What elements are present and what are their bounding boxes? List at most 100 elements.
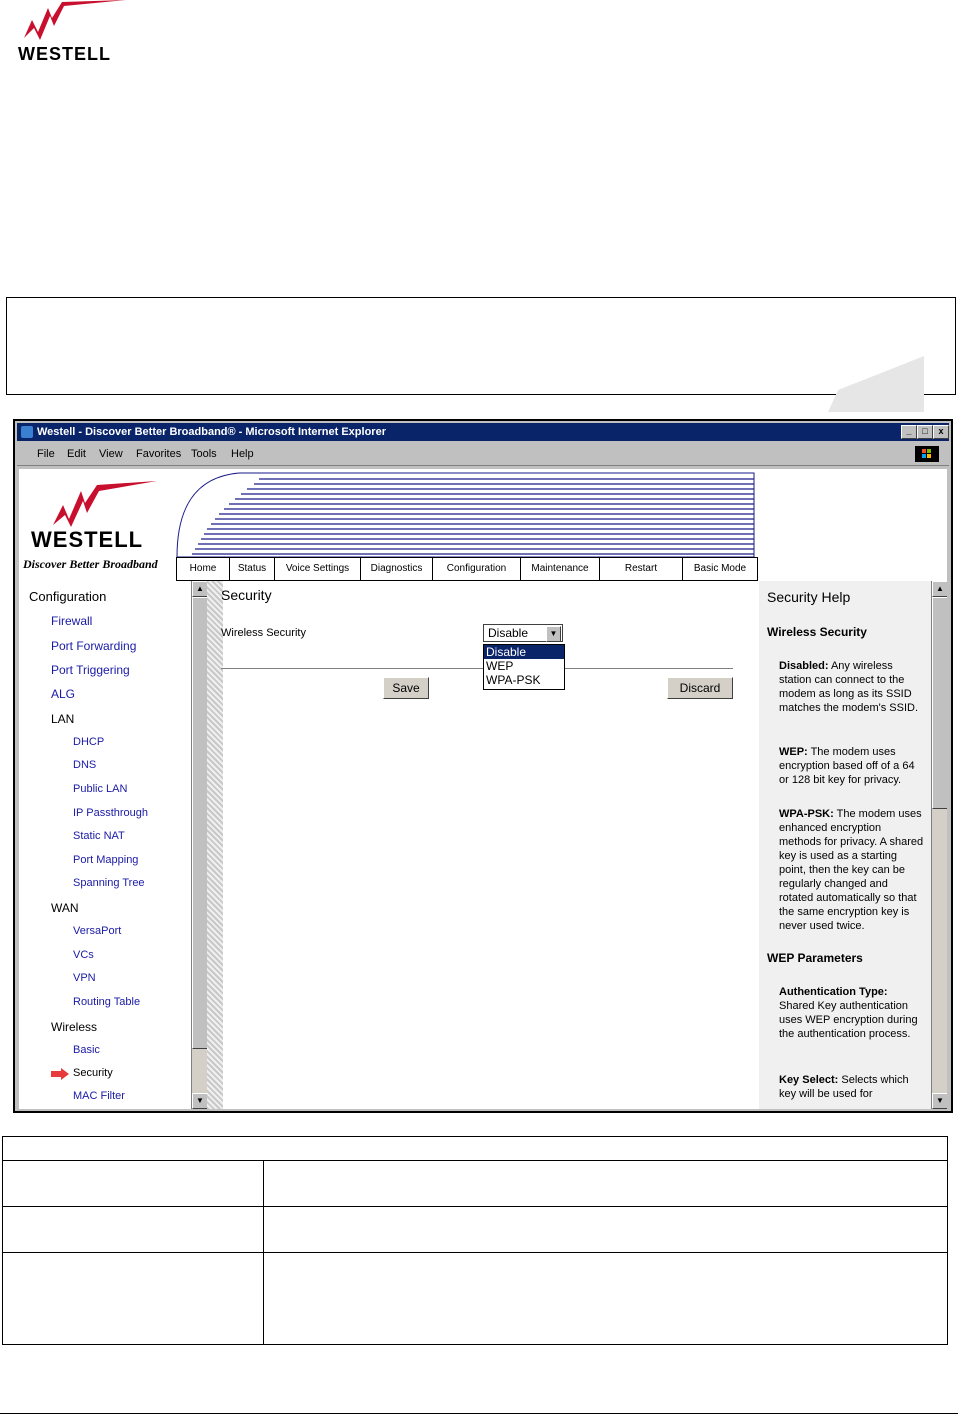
nav-firewall[interactable]: Firewall bbox=[51, 614, 92, 628]
window-title: Westell - Discover Better Broadband® - M… bbox=[37, 426, 386, 438]
nav-dns[interactable]: DNS bbox=[73, 759, 96, 771]
help-item-key-select: Key Select: Selects which key will be us… bbox=[779, 1073, 925, 1101]
nav-vpn[interactable]: VPN bbox=[73, 972, 96, 984]
nav-dhcp[interactable]: DHCP bbox=[73, 736, 104, 748]
browser-window: Westell - Discover Better Broadband® - M… bbox=[13, 419, 953, 1113]
nav-routing-table[interactable]: Routing Table bbox=[73, 996, 140, 1008]
window-titlebar: Westell - Discover Better Broadband® - M… bbox=[17, 423, 949, 441]
scroll-down-arrow-icon[interactable]: ▼ bbox=[932, 1093, 947, 1109]
help-scrollbar[interactable]: ▲ ▼ bbox=[931, 581, 947, 1109]
table-cell bbox=[2, 1252, 264, 1345]
ie-icon bbox=[21, 426, 33, 438]
scroll-up-arrow-icon[interactable]: ▲ bbox=[192, 581, 208, 597]
windows-logo-icon bbox=[915, 446, 939, 462]
scroll-down-arrow-icon[interactable]: ▼ bbox=[192, 1093, 208, 1109]
main-panel: Security Wireless Security Disable ▼ Dis… bbox=[221, 581, 759, 1109]
nav-port-forwarding[interactable]: Port Forwarding bbox=[51, 639, 136, 653]
tab-basic-mode[interactable]: Basic Mode bbox=[682, 558, 758, 580]
option-disable[interactable]: Disable bbox=[484, 645, 564, 659]
left-nav: Configuration Firewall Port Forwarding P… bbox=[19, 581, 208, 1109]
current-page-arrow-icon bbox=[51, 1068, 69, 1080]
left-nav-heading: Configuration bbox=[29, 589, 107, 604]
help-item-wep: WEP: The modem uses encryption based off… bbox=[779, 745, 925, 787]
dropdown-arrow-icon[interactable]: ▼ bbox=[546, 626, 561, 642]
top-nav-tabs: Home Status Voice Settings Diagnostics C… bbox=[176, 557, 758, 581]
tab-voice-settings[interactable]: Voice Settings bbox=[274, 558, 360, 580]
table-cell bbox=[263, 1206, 948, 1253]
nav-vcs[interactable]: VCs bbox=[73, 949, 94, 961]
menu-favorites[interactable]: Favorites bbox=[136, 443, 181, 465]
browser-content: WESTELL Discover Better Broadband Home S… bbox=[19, 469, 947, 1109]
footer-rule bbox=[0, 1413, 958, 1414]
nav-alg[interactable]: ALG bbox=[51, 687, 75, 701]
scroll-thumb[interactable] bbox=[192, 597, 208, 1049]
dropdown-options-list: Disable WEP WPA-PSK bbox=[483, 644, 565, 690]
option-wep[interactable]: WEP bbox=[484, 659, 564, 673]
help-item-authentication-type: Authentication Type: Shared Key authenti… bbox=[779, 985, 925, 1041]
wireless-security-select[interactable]: Disable ▼ bbox=[483, 624, 563, 642]
table-cell bbox=[263, 1252, 948, 1345]
menu-view[interactable]: View bbox=[99, 443, 123, 465]
nav-port-triggering[interactable]: Port Triggering bbox=[51, 663, 130, 677]
scroll-thumb[interactable] bbox=[932, 597, 947, 809]
page-title: Security bbox=[221, 587, 272, 603]
document-logo: WESTELL bbox=[18, 0, 128, 68]
close-button[interactable]: x bbox=[933, 425, 949, 439]
tab-home[interactable]: Home bbox=[176, 558, 229, 580]
divider-line bbox=[221, 668, 483, 669]
nav-public-lan[interactable]: Public LAN bbox=[73, 783, 127, 795]
option-wpa-psk[interactable]: WPA-PSK bbox=[484, 673, 564, 687]
nav-security[interactable]: Security bbox=[73, 1067, 113, 1079]
left-nav-scrollbar[interactable]: ▲ ▼ bbox=[191, 581, 208, 1109]
select-current-value: Disable bbox=[488, 626, 529, 640]
tab-configuration[interactable]: Configuration bbox=[432, 558, 520, 580]
nav-static-nat[interactable]: Static NAT bbox=[73, 830, 125, 842]
banner-tagline: Discover Better Broadband bbox=[23, 557, 158, 571]
page-curl-decoration bbox=[828, 356, 924, 412]
scroll-up-arrow-icon[interactable]: ▲ bbox=[932, 581, 947, 597]
help-term: Disabled: bbox=[779, 660, 829, 672]
maximize-button[interactable]: □ bbox=[917, 425, 933, 439]
divider-line-right bbox=[565, 668, 733, 669]
tab-restart[interactable]: Restart bbox=[599, 558, 682, 580]
banner-logo-text: WESTELL bbox=[31, 527, 144, 552]
nav-spanning-tree[interactable]: Spanning Tree bbox=[73, 877, 145, 889]
router-banner: WESTELL Discover Better Broadband Home S… bbox=[19, 469, 947, 581]
menu-file[interactable]: File bbox=[37, 443, 55, 465]
minimize-button[interactable]: _ bbox=[901, 425, 917, 439]
table-cell bbox=[263, 1160, 948, 1207]
help-title: Security Help bbox=[767, 589, 851, 605]
save-button[interactable]: Save bbox=[383, 677, 429, 699]
nav-group-wireless: Wireless bbox=[51, 1020, 98, 1034]
info-table bbox=[2, 1136, 948, 1345]
menu-edit[interactable]: Edit bbox=[67, 443, 86, 465]
westell-swoosh-icon bbox=[24, 0, 126, 40]
help-item-disabled: Disabled: Any wireless station can conne… bbox=[779, 659, 925, 715]
help-section-wireless-security: Wireless Security bbox=[767, 625, 867, 639]
tab-maintenance[interactable]: Maintenance bbox=[520, 558, 599, 580]
help-section-wep-parameters: WEP Parameters bbox=[767, 951, 863, 965]
help-text: Shared Key authentication uses WEP encry… bbox=[779, 1000, 918, 1040]
help-term: Key Select: bbox=[779, 1074, 839, 1086]
menu-tools[interactable]: Tools bbox=[191, 443, 217, 465]
frame-divider bbox=[207, 581, 223, 1109]
nav-mac-filter[interactable]: MAC Filter bbox=[73, 1090, 125, 1102]
help-term: WEP: bbox=[779, 746, 808, 758]
nav-group-wan: WAN bbox=[51, 901, 79, 915]
nav-versaport[interactable]: VersaPort bbox=[73, 925, 121, 937]
nav-port-mapping[interactable]: Port Mapping bbox=[73, 854, 138, 866]
discard-button[interactable]: Discard bbox=[667, 677, 733, 699]
nav-ip-passthrough[interactable]: IP Passthrough bbox=[73, 807, 148, 819]
note-box bbox=[6, 297, 956, 395]
tab-status[interactable]: Status bbox=[229, 558, 274, 580]
menu-bar: File Edit View Favorites Tools Help bbox=[17, 443, 949, 466]
table-cell bbox=[2, 1206, 264, 1253]
help-term: Authentication Type: bbox=[779, 986, 888, 998]
nav-group-lan: LAN bbox=[51, 712, 75, 726]
help-term: WPA-PSK: bbox=[779, 808, 834, 820]
document-logo-text: WESTELL bbox=[18, 44, 111, 64]
menu-help[interactable]: Help bbox=[231, 443, 254, 465]
tab-diagnostics[interactable]: Diagnostics bbox=[360, 558, 432, 580]
nav-basic[interactable]: Basic bbox=[73, 1044, 100, 1056]
help-item-wpa-psk: WPA-PSK: The modem uses enhanced encrypt… bbox=[779, 807, 925, 933]
